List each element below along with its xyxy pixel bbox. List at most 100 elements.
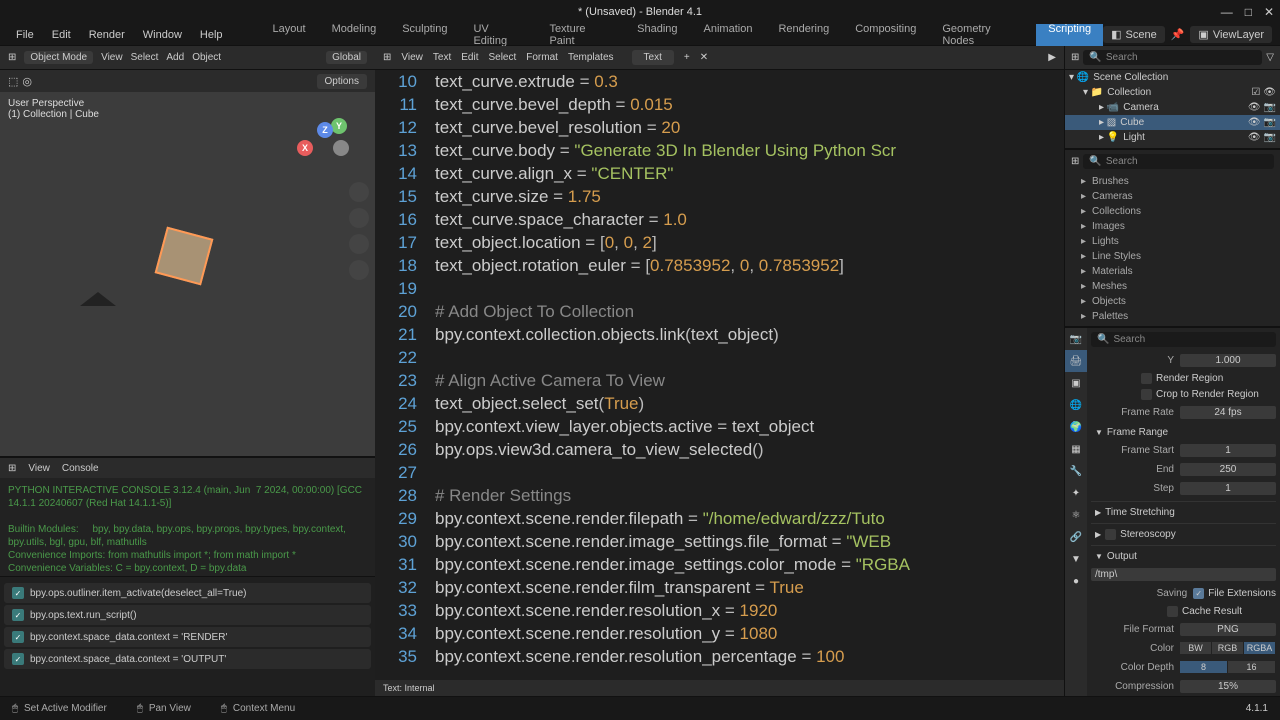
code-line[interactable]: 34bpy.context.scene.render.resolution_y … — [375, 622, 1064, 645]
frame-start-input[interactable]: 1 — [1180, 444, 1276, 457]
code-line[interactable]: 15text_curve.size = 1.75 — [375, 185, 1064, 208]
code-line[interactable]: 18text_object.rotation_euler = [0.785395… — [375, 254, 1064, 277]
code-area[interactable]: 10text_curve.extrude = 0.311text_curve.b… — [375, 70, 1064, 680]
pin-icon[interactable]: 📌 — [1171, 28, 1185, 41]
prop-tab-material[interactable]: ● — [1065, 570, 1087, 592]
code-line[interactable]: 23# Align Active Camera To View — [375, 369, 1064, 392]
catalog-cameras[interactable]: ▸ Cameras — [1065, 189, 1280, 204]
frame-step-input[interactable]: 1 — [1180, 482, 1276, 495]
zoom-icon[interactable] — [349, 182, 369, 202]
history-item[interactable]: ✓bpy.ops.text.run_script() — [4, 605, 371, 625]
menu-help[interactable]: Help — [192, 27, 231, 43]
te-templates[interactable]: Templates — [568, 52, 614, 63]
prop-tab-world[interactable]: 🌍 — [1065, 416, 1087, 438]
compression-input[interactable]: 15% — [1180, 680, 1276, 693]
catalog-line-styles[interactable]: ▸ Line Styles — [1065, 249, 1280, 264]
minimize-icon[interactable]: — — [1221, 5, 1233, 19]
te-select[interactable]: Select — [488, 52, 516, 63]
orientation-selector[interactable]: Global — [326, 51, 367, 64]
hand-icon[interactable] — [349, 208, 369, 228]
history-item[interactable]: ✓bpy.context.space_data.context = 'RENDE… — [4, 627, 371, 647]
history-item[interactable]: ✓bpy.ops.outliner.item_activate(deselect… — [4, 583, 371, 603]
tool-select-icon[interactable]: ⬚ — [8, 75, 18, 88]
code-line[interactable]: 33bpy.context.scene.render.resolution_x … — [375, 599, 1064, 622]
prop-tab-object[interactable]: ▦ — [1065, 438, 1087, 460]
code-line[interactable]: 26bpy.ops.view3d.camera_to_view_selected… — [375, 438, 1064, 461]
depth-16[interactable]: 16 — [1228, 661, 1276, 673]
color-bw[interactable]: BW — [1180, 642, 1212, 654]
prop-tab-constraints[interactable]: 🔗 — [1065, 526, 1087, 548]
catalog-objects[interactable]: ▸ Objects — [1065, 294, 1280, 309]
outliner[interactable]: ▾ 🌐 Scene Collection ▾ 📁 Collection☑👁 ▸ … — [1065, 70, 1280, 148]
te-text[interactable]: Text — [433, 52, 451, 63]
cache-check[interactable] — [1167, 606, 1178, 617]
prop-tab-particles[interactable]: ✦ — [1065, 482, 1087, 504]
outliner-cube[interactable]: ▸ ▨ Cube👁📷 — [1065, 115, 1280, 130]
history-item[interactable]: ✓bpy.context.space_data.context = 'OUTPU… — [4, 649, 371, 669]
catalog-search[interactable]: 🔍 Search — [1083, 154, 1274, 169]
editor-type-icon[interactable]: ⊞ — [8, 52, 16, 63]
prop-tab-render[interactable]: 📷 — [1065, 328, 1087, 350]
color-rgba[interactable]: RGBA — [1244, 642, 1276, 654]
cube-object[interactable] — [155, 227, 214, 286]
file-ext-check[interactable]: ✓ — [1193, 588, 1204, 599]
outliner-icon[interactable]: ⊞ — [1071, 52, 1079, 63]
console-view[interactable]: View — [28, 463, 50, 474]
stereoscopy-section[interactable]: ▶Stereoscopy — [1091, 527, 1276, 542]
menu-file[interactable]: File — [8, 27, 42, 43]
catalog-brushes[interactable]: ▸ Brushes — [1065, 174, 1280, 189]
tool-cursor-icon[interactable]: ◎ — [22, 75, 32, 88]
out-scene-collection[interactable]: ▾ 🌐 Scene Collection — [1065, 70, 1280, 85]
tab-animation[interactable]: Animation — [692, 20, 765, 50]
code-line[interactable]: 31bpy.context.scene.render.image_setting… — [375, 553, 1064, 576]
viewport-menu-object[interactable]: Object — [192, 52, 221, 63]
y-input[interactable]: 1.000 — [1180, 354, 1276, 367]
text-editor-icon[interactable]: ⊞ — [383, 52, 391, 63]
code-line[interactable]: 22 — [375, 346, 1064, 369]
tab-uv-editing[interactable]: UV Editing — [461, 20, 535, 50]
prop-tab-viewlayer[interactable]: ▣ — [1065, 372, 1087, 394]
menu-window[interactable]: Window — [135, 27, 190, 43]
code-line[interactable]: 30bpy.context.scene.render.image_setting… — [375, 530, 1064, 553]
code-line[interactable]: 25bpy.context.view_layer.objects.active … — [375, 415, 1064, 438]
options-button[interactable]: Options — [317, 74, 367, 89]
prop-tab-output[interactable]: 🖨 — [1065, 350, 1087, 372]
code-line[interactable]: 12text_curve.bevel_resolution = 20 — [375, 116, 1064, 139]
tab-shading[interactable]: Shading — [625, 20, 689, 50]
code-line[interactable]: 17text_object.location = [0, 0, 2] — [375, 231, 1064, 254]
tab-texture-paint[interactable]: Texture Paint — [537, 20, 623, 50]
camera-view-icon[interactable] — [349, 234, 369, 254]
code-line[interactable]: 11text_curve.bevel_depth = 0.015 — [375, 93, 1064, 116]
tab-layout[interactable]: Layout — [261, 20, 318, 50]
catalog-lights[interactable]: ▸ Lights — [1065, 234, 1280, 249]
code-line[interactable]: 16text_curve.space_character = 1.0 — [375, 208, 1064, 231]
menu-render[interactable]: Render — [81, 27, 133, 43]
gizmo-y-icon[interactable]: Y — [331, 118, 347, 134]
scene-selector[interactable]: ◧ Scene — [1103, 26, 1165, 43]
framerate-select[interactable]: 24 fps — [1180, 406, 1276, 419]
code-line[interactable]: 20# Add Object To Collection — [375, 300, 1064, 323]
prop-tab-scene[interactable]: 🌐 — [1065, 394, 1087, 416]
nav-gizmo[interactable]: X Y Z — [295, 112, 355, 172]
code-line[interactable]: 24text_object.select_set(True) — [375, 392, 1064, 415]
code-line[interactable]: 35bpy.context.scene.render.resolution_pe… — [375, 645, 1064, 668]
output-path-input[interactable]: /tmp\ — [1091, 568, 1276, 581]
viewlayer-selector[interactable]: ▣ ViewLayer — [1190, 26, 1272, 43]
te-view[interactable]: View — [401, 52, 423, 63]
text-block-name[interactable]: Text — [632, 50, 674, 65]
code-line[interactable]: 32bpy.context.scene.render.film_transpar… — [375, 576, 1064, 599]
camera-object[interactable] — [80, 292, 116, 306]
gizmo-x-icon[interactable]: X — [297, 140, 313, 156]
unlink-icon[interactable]: ✕ — [700, 52, 708, 63]
code-line[interactable]: 19 — [375, 277, 1064, 300]
code-line[interactable]: 13text_curve.body = "Generate 3D In Blen… — [375, 139, 1064, 162]
prop-tab-modifiers[interactable]: 🔧 — [1065, 460, 1087, 482]
code-line[interactable]: 10text_curve.extrude = 0.3 — [375, 70, 1064, 93]
catalog-icon[interactable]: ⊞ — [1071, 156, 1079, 167]
render-region-check[interactable] — [1141, 373, 1152, 384]
color-rgb[interactable]: RGB — [1212, 642, 1244, 654]
out-collection[interactable]: ▾ 📁 Collection☑👁 — [1065, 85, 1280, 100]
tab-scripting[interactable]: Scripting — [1036, 20, 1103, 50]
tab-compositing[interactable]: Compositing — [843, 20, 928, 50]
properties-search[interactable]: 🔍 Search — [1091, 332, 1276, 347]
